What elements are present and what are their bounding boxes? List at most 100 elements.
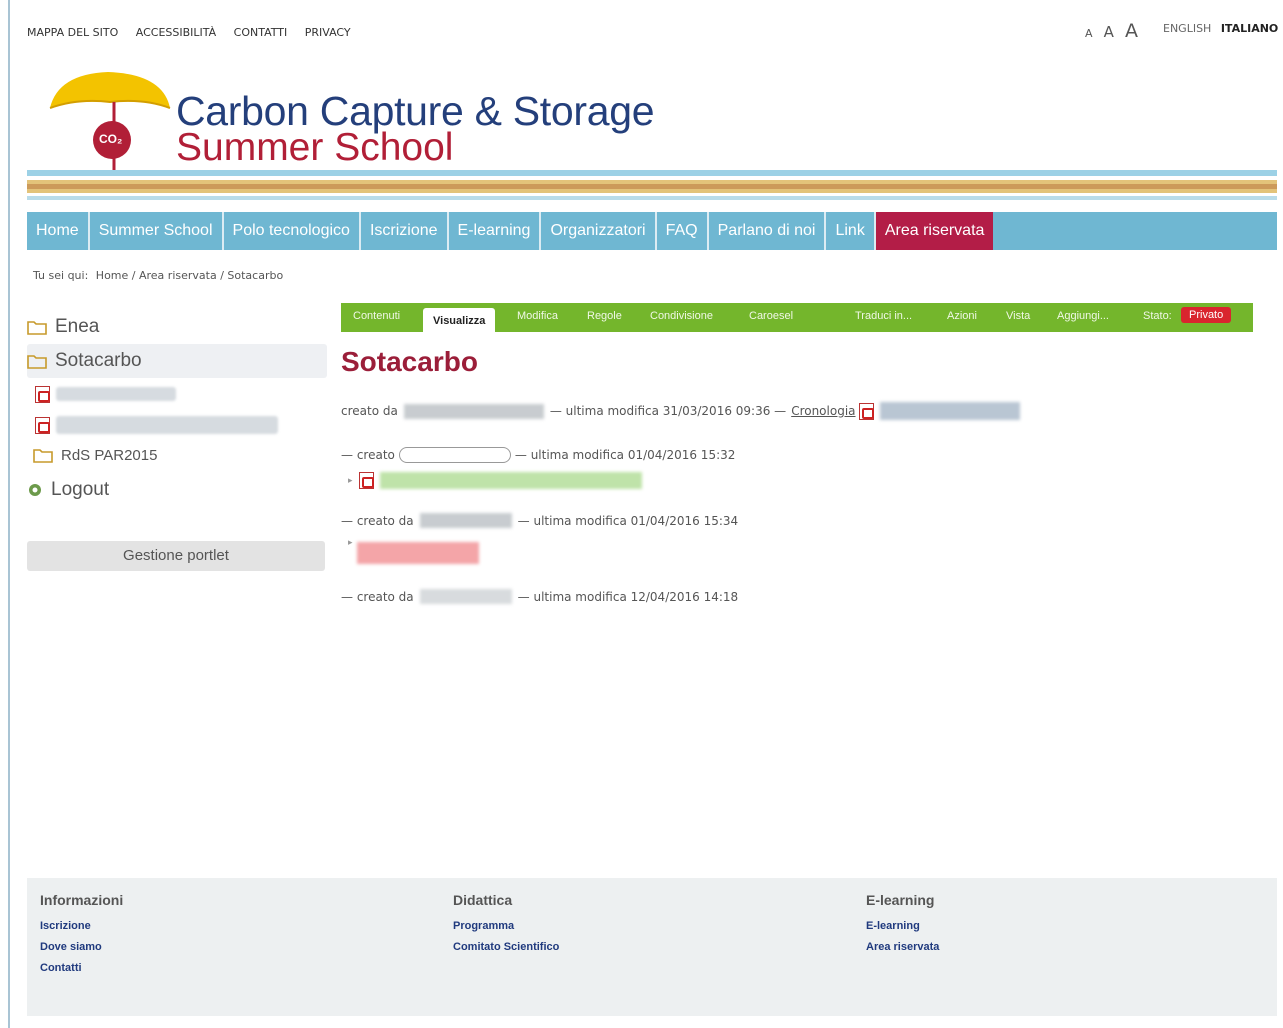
entry-modified: — ultima modifica 01/04/2016 15:34 bbox=[517, 513, 739, 528]
entry-1: creato da — ultima modifica 31/03/2016 0… bbox=[341, 402, 1026, 420]
tab-condivisione[interactable]: Condivisione bbox=[650, 310, 713, 322]
logout-link[interactable]: Logout bbox=[27, 470, 327, 510]
entry-modified: — ultima modifica 12/04/2016 14:18 bbox=[517, 589, 739, 604]
expand-arrow-icon[interactable]: ▸ bbox=[348, 538, 353, 548]
footer-link-contatti[interactable]: Contatti bbox=[40, 962, 123, 974]
language-switcher: ENGLISH ITALIANO bbox=[1163, 22, 1278, 35]
breadcrumb-area-riservata[interactable]: Area riservata bbox=[139, 269, 217, 282]
entry-created-label: — creato da bbox=[341, 589, 414, 604]
footer-heading: E-learning bbox=[866, 892, 935, 908]
navigation-portlet: Enea Sotacarbo RdS PAR2015 Logout bbox=[27, 310, 327, 510]
pdf-icon bbox=[35, 385, 50, 403]
manage-portlets-button[interactable]: Gestione portlet bbox=[27, 541, 325, 571]
redacted-author bbox=[403, 403, 544, 419]
folder-icon bbox=[33, 448, 53, 463]
nav-iscrizione[interactable]: Iscrizione bbox=[361, 212, 449, 250]
breadcrumb-separator: / bbox=[216, 269, 228, 282]
left-border bbox=[8, 0, 10, 1028]
font-medium-button[interactable]: A bbox=[1104, 23, 1114, 41]
top-link-privacy[interactable]: PRIVACY bbox=[305, 26, 351, 39]
entry-3: — creato da — ultima modifica 01/04/2016… bbox=[341, 513, 738, 528]
nav-parlano-di-noi[interactable]: Parlano di noi bbox=[709, 212, 827, 250]
nav-faq[interactable]: FAQ bbox=[657, 212, 709, 250]
nav-link[interactable]: Link bbox=[826, 212, 876, 250]
tab-visualizza[interactable]: Visualizza bbox=[423, 308, 496, 334]
folder-icon bbox=[27, 354, 47, 369]
footer-link-e-learning[interactable]: E-learning bbox=[866, 920, 939, 932]
pdf-icon bbox=[858, 402, 874, 420]
lang-english[interactable]: ENGLISH bbox=[1163, 22, 1211, 35]
nav-organizzatori[interactable]: Organizzatori bbox=[541, 212, 657, 250]
redacted-author bbox=[419, 513, 512, 528]
nav-polo-tecnologico[interactable]: Polo tecnologico bbox=[224, 212, 361, 250]
entry-2: — creato — ultima modifica 01/04/2016 15… bbox=[341, 447, 735, 463]
nav-summer-school[interactable]: Summer School bbox=[90, 212, 224, 250]
co2-badge-text: CO₂ bbox=[99, 132, 123, 146]
logout-icon bbox=[29, 484, 41, 496]
menu-stato[interactable]: Stato: bbox=[1143, 310, 1172, 322]
entry-created-label: — creato bbox=[341, 448, 395, 462]
nav-home[interactable]: Home bbox=[27, 212, 90, 250]
font-large-button[interactable]: A bbox=[1125, 20, 1138, 42]
lang-italiano[interactable]: ITALIANO bbox=[1221, 22, 1278, 35]
font-size-switcher: A A A bbox=[1085, 20, 1144, 42]
nav-e-learning[interactable]: E-learning bbox=[449, 212, 542, 250]
redacted-author bbox=[419, 589, 512, 604]
top-link-accessibility[interactable]: ACCESSIBILITÀ bbox=[136, 26, 216, 39]
pdf-icon bbox=[35, 416, 50, 434]
breadcrumb-separator: / bbox=[128, 269, 139, 282]
pdf-icon bbox=[358, 472, 374, 489]
folder-icon bbox=[27, 320, 47, 335]
portlet-item-enea[interactable]: Enea bbox=[27, 310, 327, 344]
entry-2-file[interactable]: ▸ bbox=[348, 472, 648, 489]
top-links: MAPPA DEL SITO ACCESSIBILITÀ CONTATTI PR… bbox=[27, 26, 365, 39]
breadcrumb-prefix: Tu sei qui: bbox=[33, 269, 89, 282]
entry-created-label: creato da bbox=[341, 404, 398, 418]
font-small-button[interactable]: A bbox=[1085, 27, 1093, 40]
breadcrumb: Tu sei qui: Home / Area riservata / Sota… bbox=[33, 269, 283, 282]
footer-link-dove-siamo[interactable]: Dove siamo bbox=[40, 941, 123, 953]
top-link-site-map[interactable]: MAPPA DEL SITO bbox=[27, 26, 118, 39]
redacted-filename bbox=[379, 472, 642, 489]
redacted-attachment bbox=[879, 402, 1020, 420]
state-badge-privato[interactable]: Privato bbox=[1181, 307, 1232, 323]
expand-arrow-icon[interactable]: ▸ bbox=[348, 476, 353, 486]
menu-vista[interactable]: Vista bbox=[1006, 310, 1030, 322]
footer: Informazioni Iscrizione Dove siamo Conta… bbox=[27, 878, 1277, 1016]
nav-area-riservata[interactable]: Area riservata bbox=[875, 212, 994, 250]
tab-modifica[interactable]: Modifica bbox=[517, 310, 558, 322]
entry-3-file[interactable]: ▸ bbox=[348, 538, 485, 564]
redacted-filename bbox=[56, 387, 176, 401]
entry-created-label: — creato da bbox=[341, 513, 414, 528]
history-link[interactable]: Cronologia bbox=[791, 404, 855, 418]
breadcrumb-current: Sotacarbo bbox=[227, 269, 284, 282]
footer-heading: Didattica bbox=[453, 892, 513, 908]
footer-link-comitato-scientifico[interactable]: Comitato Scientifico bbox=[453, 941, 559, 953]
tab-regole[interactable]: Regole bbox=[587, 310, 622, 322]
menu-azioni[interactable]: Azioni bbox=[947, 310, 977, 322]
tab-contenuti[interactable]: Contenuti bbox=[353, 310, 400, 322]
breadcrumb-home[interactable]: Home bbox=[96, 269, 128, 282]
redacted-author bbox=[398, 447, 511, 463]
redacted-filename bbox=[356, 542, 479, 564]
main-navigation: Home Summer School Polo tecnologico Iscr… bbox=[27, 212, 1277, 250]
site-subtitle: Summer School bbox=[176, 126, 454, 169]
footer-column-e-learning: E-learning E-learning Area riservata bbox=[866, 892, 939, 962]
footer-heading: Informazioni bbox=[40, 892, 124, 908]
footer-column-didattica: Didattica Programma Comitato Scientifico bbox=[453, 892, 559, 962]
top-link-contacts[interactable]: CONTATTI bbox=[234, 26, 288, 39]
menu-aggiungi[interactable]: Aggiungi... bbox=[1057, 310, 1109, 322]
footer-link-iscrizione[interactable]: Iscrizione bbox=[40, 920, 123, 932]
menu-traduci[interactable]: Traduci in... bbox=[855, 310, 912, 322]
tab-caroesel[interactable]: Caroesel bbox=[749, 310, 793, 322]
edit-bar: Contenuti Visualizza Modifica Regole Con… bbox=[341, 303, 1253, 334]
portlet-item-pdf-2[interactable] bbox=[27, 410, 327, 440]
redacted-filename bbox=[56, 416, 278, 434]
footer-link-area-riservata[interactable]: Area riservata bbox=[866, 941, 939, 953]
entry-modified: — ultima modifica 01/04/2016 15:32 bbox=[514, 448, 736, 462]
portlet-item-sotacarbo[interactable]: Sotacarbo bbox=[27, 344, 327, 378]
footer-link-programma[interactable]: Programma bbox=[453, 920, 559, 932]
portlet-item-rds-par2015[interactable]: RdS PAR2015 bbox=[27, 440, 327, 470]
entry-modified: — ultima modifica 31/03/2016 09:36 — bbox=[549, 404, 787, 418]
portlet-item-pdf-1[interactable] bbox=[27, 378, 327, 410]
